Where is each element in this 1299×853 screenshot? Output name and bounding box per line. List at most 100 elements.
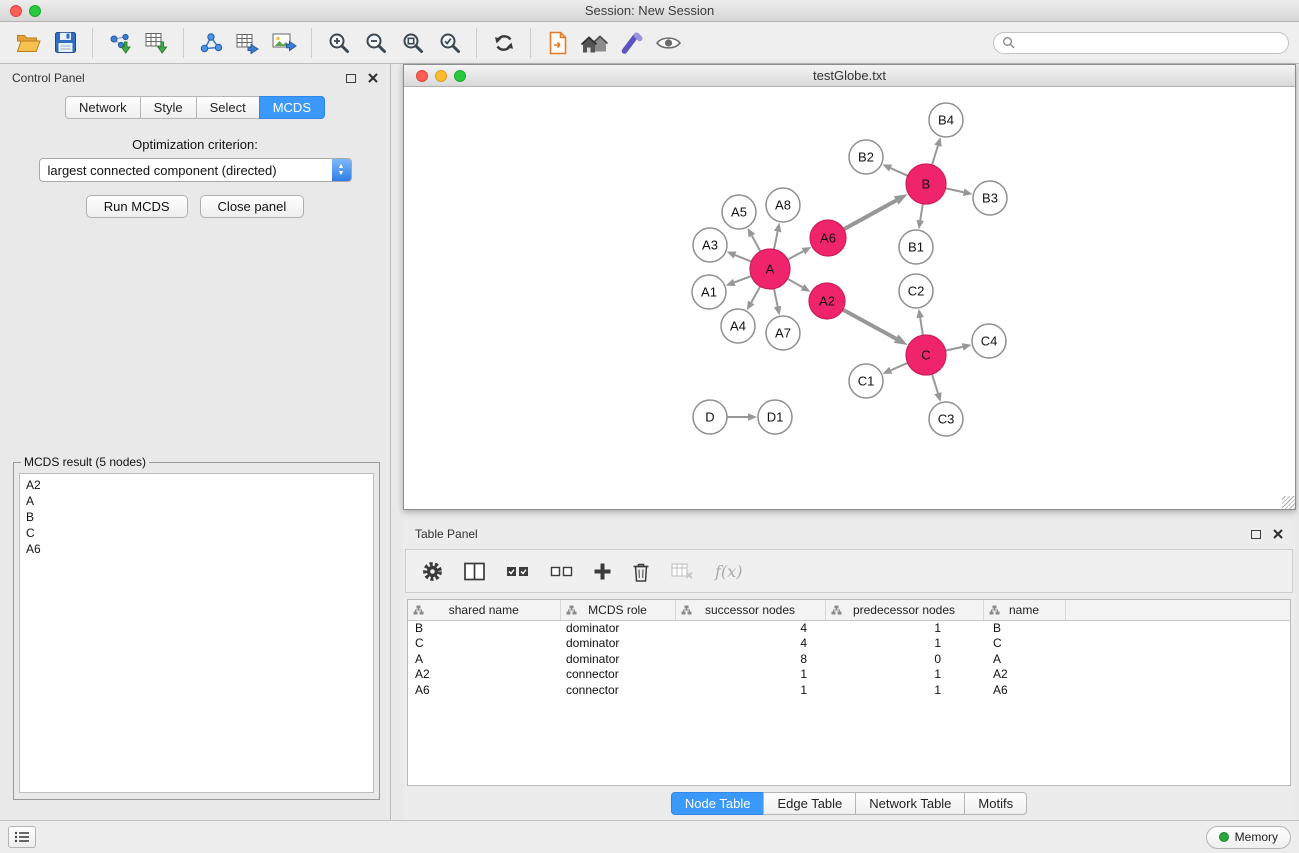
mcds-result-item[interactable]: A2 <box>26 477 367 493</box>
save-session-button[interactable] <box>47 26 84 60</box>
graph-edge-A6-B[interactable] <box>844 200 896 229</box>
graph-node-A1[interactable]: A1 <box>692 275 726 309</box>
column-header-successor-nodes[interactable]: successor nodes <box>675 600 825 620</box>
graph-edge-A-A3[interactable] <box>735 255 751 262</box>
import-table-file-button[interactable] <box>138 26 175 60</box>
column-header-mcds-role[interactable]: MCDS role <box>560 600 675 620</box>
close-window-button[interactable] <box>10 5 22 17</box>
table-settings-button[interactable] <box>422 554 443 588</box>
resize-grip[interactable] <box>1282 496 1295 509</box>
network-window-titlebar[interactable]: testGlobe.txt <box>404 65 1295 87</box>
console-button[interactable] <box>8 826 36 848</box>
new-table-button[interactable] <box>229 26 266 60</box>
graph-node-C[interactable]: C <box>906 335 946 375</box>
control-tab-select[interactable]: Select <box>196 96 260 119</box>
table-row[interactable]: Adominator80A <box>408 651 1290 667</box>
graph-edge-C-C3[interactable] <box>932 374 938 393</box>
table-cell[interactable]: 8 <box>675 651 825 667</box>
network-graph[interactable]: B4B2BB3A5A8A6B1A3AC2A1A2A4A7C4CC1C3DD1 <box>404 87 1294 507</box>
table-cell[interactable]: dominator <box>560 651 675 667</box>
table-cell[interactable]: 1 <box>675 667 825 683</box>
table-tab-edge-table[interactable]: Edge Table <box>763 792 856 815</box>
graph-edge-A-A1[interactable] <box>734 276 751 282</box>
table-tab-motifs[interactable]: Motifs <box>964 792 1027 815</box>
graph-edge-A-A8[interactable] <box>774 231 778 249</box>
float-panel-icon[interactable] <box>346 74 356 83</box>
float-table-panel-icon[interactable] <box>1251 530 1261 539</box>
zoom-out-button[interactable] <box>357 26 394 60</box>
table-cell[interactable]: 1 <box>825 667 983 683</box>
table-cell[interactable]: dominator <box>560 636 675 652</box>
graph-edge-A-A2[interactable] <box>787 279 802 288</box>
graph-node-B2[interactable]: B2 <box>849 140 883 174</box>
table-cell[interactable]: 1 <box>825 682 983 698</box>
table-cell[interactable]: A6 <box>983 682 1065 698</box>
graph-node-A7[interactable]: A7 <box>766 316 800 350</box>
zoom-window-button[interactable] <box>29 5 41 17</box>
network-close-button[interactable] <box>416 70 428 82</box>
table-cell[interactable]: C <box>408 636 560 652</box>
graph-node-C2[interactable]: C2 <box>899 274 933 308</box>
mcds-result-list[interactable]: A2ABCA6 <box>19 473 374 793</box>
graph-node-A[interactable]: A <box>750 249 790 289</box>
table-cell[interactable]: A6 <box>408 682 560 698</box>
zoom-in-button[interactable] <box>320 26 357 60</box>
column-header-name[interactable]: name <box>983 600 1065 620</box>
refresh-view-button[interactable] <box>485 26 522 60</box>
graph-edge-B-B3[interactable] <box>946 188 964 192</box>
close-table-panel-icon[interactable] <box>1273 529 1283 539</box>
graph-edge-A-A7[interactable] <box>774 289 778 307</box>
optimization-dropdown[interactable]: largest connected component (directed) ▲… <box>39 158 352 182</box>
graph-edge-B-B2[interactable] <box>891 168 908 176</box>
table-cell[interactable]: B <box>983 620 1065 636</box>
run-mcds-button[interactable]: Run MCDS <box>86 195 188 218</box>
open-session-button[interactable] <box>539 26 576 60</box>
table-cell[interactable]: 4 <box>675 636 825 652</box>
graph-edge-C-C1[interactable] <box>891 363 908 370</box>
graph-node-C3[interactable]: C3 <box>929 402 963 436</box>
search-input[interactable] <box>1020 36 1280 50</box>
graph-edge-C-C4[interactable] <box>946 347 963 351</box>
table-row[interactable]: A6connector11A6 <box>408 682 1290 698</box>
graph-edge-B-B4[interactable] <box>932 146 938 165</box>
graph-node-D[interactable]: D <box>693 400 727 434</box>
memory-button[interactable]: Memory <box>1206 826 1291 849</box>
table-cell[interactable]: dominator <box>560 620 675 636</box>
table-cell[interactable]: C <box>983 636 1065 652</box>
control-tab-mcds[interactable]: MCDS <box>259 96 325 119</box>
graph-node-A4[interactable]: A4 <box>721 309 755 343</box>
network-minimize-button[interactable] <box>435 70 447 82</box>
zoom-selected-button[interactable] <box>431 26 468 60</box>
table-cell[interactable]: 0 <box>825 651 983 667</box>
graph-edge-A-A5[interactable] <box>752 236 761 252</box>
table-cell[interactable]: A2 <box>408 667 560 683</box>
graph-edge-C-C2[interactable] <box>920 318 923 336</box>
graph-node-A3[interactable]: A3 <box>693 228 727 262</box>
table-cell[interactable]: 1 <box>825 636 983 652</box>
control-tab-network[interactable]: Network <box>65 96 141 119</box>
mcds-result-item[interactable]: B <box>26 509 367 525</box>
table-cell[interactable]: B <box>408 620 560 636</box>
unselect-all-rows-button[interactable] <box>550 554 573 588</box>
mcds-result-item[interactable]: A <box>26 493 367 509</box>
graph-node-A2[interactable]: A2 <box>809 283 845 319</box>
import-network-file-button[interactable] <box>101 26 138 60</box>
table-row[interactable]: Cdominator41C <box>408 636 1290 652</box>
graph-node-C4[interactable]: C4 <box>972 324 1006 358</box>
new-network-button[interactable] <box>192 26 229 60</box>
window-titlebar[interactable]: Session: New Session <box>0 0 1299 22</box>
graph-node-C1[interactable]: C1 <box>849 364 883 398</box>
graph-node-B1[interactable]: B1 <box>899 230 933 264</box>
column-header-shared-name[interactable]: shared name <box>408 600 560 620</box>
table-cell[interactable]: 1 <box>675 682 825 698</box>
graph-node-B[interactable]: B <box>906 164 946 204</box>
delete-table-button[interactable] <box>671 554 694 588</box>
table-cell[interactable]: connector <box>560 667 675 683</box>
function-builder-button[interactable]: f(x) <box>715 562 742 581</box>
network-canvas[interactable]: B4B2BB3A5A8A6B1A3AC2A1A2A4A7C4CC1C3DD1 <box>404 87 1295 509</box>
graph-node-D1[interactable]: D1 <box>758 400 792 434</box>
table-row[interactable]: Bdominator41B <box>408 620 1290 636</box>
table-cell[interactable]: A <box>408 651 560 667</box>
close-panel-icon[interactable] <box>368 73 378 83</box>
close-panel-button[interactable]: Close panel <box>200 195 305 218</box>
